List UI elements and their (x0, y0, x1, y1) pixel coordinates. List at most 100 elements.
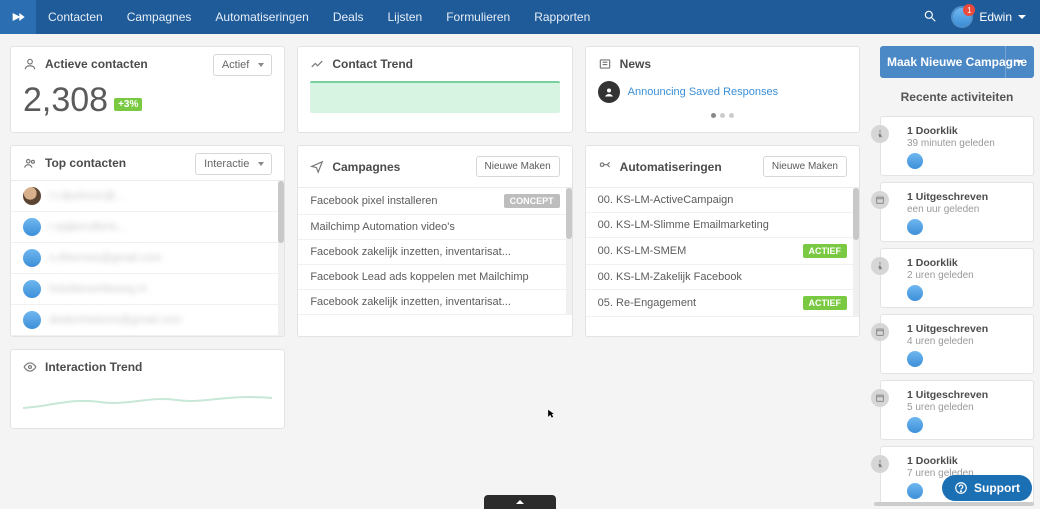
active-contacts-card: Actieve contacten Actief 2,308 +3% (10, 46, 285, 133)
automation-row[interactable]: 00. KS-LM-ActiveCampaign (586, 188, 859, 213)
activity-time: 2 uren geleden (907, 270, 1025, 281)
contact-email: deidenheilvers@gmail.com (49, 314, 181, 326)
top-nav: ContactenCampagnesAutomatiseringenDealsL… (0, 0, 1040, 34)
support-button[interactable]: Support (942, 475, 1032, 501)
button-label: Maak Nieuwe Campagne (887, 55, 1027, 69)
new-automation-button[interactable]: Nieuwe Maken (763, 156, 847, 177)
news-headline[interactable]: Announcing Saved Responses (628, 86, 778, 98)
contact-row[interactable]: s.dhermes@gmail.com (11, 243, 284, 274)
automation-name: 00. KS-LM-Zakelijk Facebook (598, 271, 742, 283)
automation-name: 00. KS-LM-ActiveCampaign (598, 194, 734, 206)
news-icon (598, 57, 612, 71)
interaction-trend-card: Interaction Trend (10, 349, 285, 429)
automations-card: Automatiseringen Nieuwe Maken 00. KS-LM-… (585, 145, 860, 337)
card-title: Interaction Trend (45, 360, 142, 374)
automation-name: 05. Re-Engagement (598, 297, 696, 309)
send-icon (310, 160, 324, 174)
nav-item-contacten[interactable]: Contacten (36, 0, 115, 34)
activity-card[interactable]: 1 Doorklik2 uren geleden (880, 248, 1034, 308)
avatar (23, 311, 41, 329)
recent-activities-title: Recente activiteiten (880, 78, 1034, 110)
contact-row[interactable]: l.t.djurkovic@... (11, 181, 284, 212)
activity-title: 1 Uitgeschreven (907, 323, 1025, 335)
user-name: Edwin (979, 10, 1012, 24)
avatar (23, 249, 41, 267)
campaign-name: Facebook zakelijk inzetten, inventarisat… (310, 296, 511, 308)
calendar-icon (871, 323, 889, 341)
campaign-row[interactable]: Mailchimp Automation video's (298, 215, 571, 240)
avatar (907, 219, 923, 235)
avatar (23, 187, 41, 205)
card-title: News (620, 57, 651, 71)
contact-row[interactable]: deidenheilvers@gmail.com (11, 305, 284, 336)
automation-row[interactable]: 00. KS-LM-Zakelijk Facebook (586, 265, 859, 290)
scrollbar[interactable] (853, 188, 859, 240)
activity-card[interactable]: 1 Uitgeschreven4 uren geleden (880, 314, 1034, 374)
card-title: Actieve contacten (45, 57, 148, 71)
contact-trend-card: Contact Trend (297, 46, 572, 133)
news-card: News Announcing Saved Responses (585, 46, 860, 133)
activity-title: 1 Doorklik (907, 125, 1025, 137)
campaign-row[interactable]: Facebook Lead ads koppelen met Mailchimp (298, 265, 571, 290)
avatar (23, 280, 41, 298)
activity-title: 1 Uitgeschreven (907, 389, 1025, 401)
activity-title: 1 Uitgeschreven (907, 191, 1025, 203)
avatar (907, 417, 923, 433)
card-title: Campagnes (332, 160, 400, 174)
new-campaign-button[interactable]: Nieuwe Maken (476, 156, 560, 177)
nav-item-automatiseringen[interactable]: Automatiseringen (203, 0, 320, 34)
automation-row[interactable]: 00. KS-LM-Slimme Emailmarketing (586, 213, 859, 238)
campaign-row[interactable]: Facebook zakelijk inzetten, inventarisat… (298, 290, 571, 315)
active-filter-dropdown[interactable]: Actief (213, 54, 273, 76)
nav-item-rapporten[interactable]: Rapporten (522, 0, 602, 34)
app-logo[interactable] (0, 0, 36, 34)
automation-name: 00. KS-LM-Slimme Emailmarketing (598, 219, 769, 231)
activity-card[interactable]: 1 Doorklik39 minuten geleden (880, 116, 1034, 176)
card-title: Top contacten (45, 156, 126, 170)
scrollbar[interactable] (278, 181, 284, 243)
nav-item-formulieren[interactable]: Formulieren (434, 0, 522, 34)
activity-title: 1 Doorklik (907, 257, 1025, 269)
sidebar-scrollbar[interactable] (874, 502, 1034, 506)
calendar-icon (871, 191, 889, 209)
nav-item-campagnes[interactable]: Campagnes (115, 0, 204, 34)
activity-card[interactable]: 1 Uitgeschreven5 uren geleden (880, 380, 1034, 440)
contact-email: fvdukbroerkboorg.nl (49, 283, 146, 295)
nav-item-lijsten[interactable]: Lijsten (376, 0, 435, 34)
users-icon (23, 156, 37, 170)
activity-time: een uur geleden (907, 204, 1025, 215)
interaction-trend-chart (23, 384, 272, 416)
news-pagination[interactable] (586, 113, 859, 126)
bottom-tray-button[interactable] (484, 495, 556, 509)
support-label: Support (974, 481, 1020, 495)
avatar: 1 (951, 6, 973, 28)
contact-email: l.t.djurkovic@... (49, 190, 124, 202)
campaign-name: Mailchimp Automation video's (310, 221, 455, 233)
automation-row[interactable]: 00. KS-LM-SMEMACTIEF (586, 238, 859, 265)
activity-card[interactable]: 1 Uitgeschreveneen uur geleden (880, 182, 1034, 242)
search-icon[interactable] (923, 9, 937, 26)
user-menu[interactable]: 1 Edwin (951, 6, 1026, 28)
nav-item-deals[interactable]: Deals (321, 0, 376, 34)
avatar (23, 218, 41, 236)
make-new-campaign-button[interactable]: Maak Nieuwe Campagne (880, 46, 1034, 78)
contact-row[interactable]: fvdukbroerkboorg.nl (11, 274, 284, 305)
eye-icon (23, 360, 37, 374)
click-icon (871, 125, 889, 143)
news-avatar (598, 81, 620, 103)
delta-badge: +3% (114, 98, 142, 111)
contact-email: s.dhermes@gmail.com (49, 252, 162, 264)
user-icon (23, 57, 37, 71)
scrollbar[interactable] (566, 188, 572, 239)
avatar (907, 153, 923, 169)
campaign-row[interactable]: Facebook pixel installerenCONCEPT (298, 188, 571, 215)
trend-icon (310, 57, 324, 71)
avatar (907, 285, 923, 301)
activity-time: 39 minuten geleden (907, 138, 1025, 149)
contact-email: r.spijkerulferts... (49, 221, 126, 233)
campaign-row[interactable]: Facebook zakelijk inzetten, inventarisat… (298, 240, 571, 265)
contact-row[interactable]: r.spijkerulferts... (11, 212, 284, 243)
alert-badge: 1 (963, 4, 975, 16)
automation-row[interactable]: 05. Re-EngagementACTIEF (586, 290, 859, 317)
interaction-dropdown[interactable]: Interactie (195, 153, 272, 175)
